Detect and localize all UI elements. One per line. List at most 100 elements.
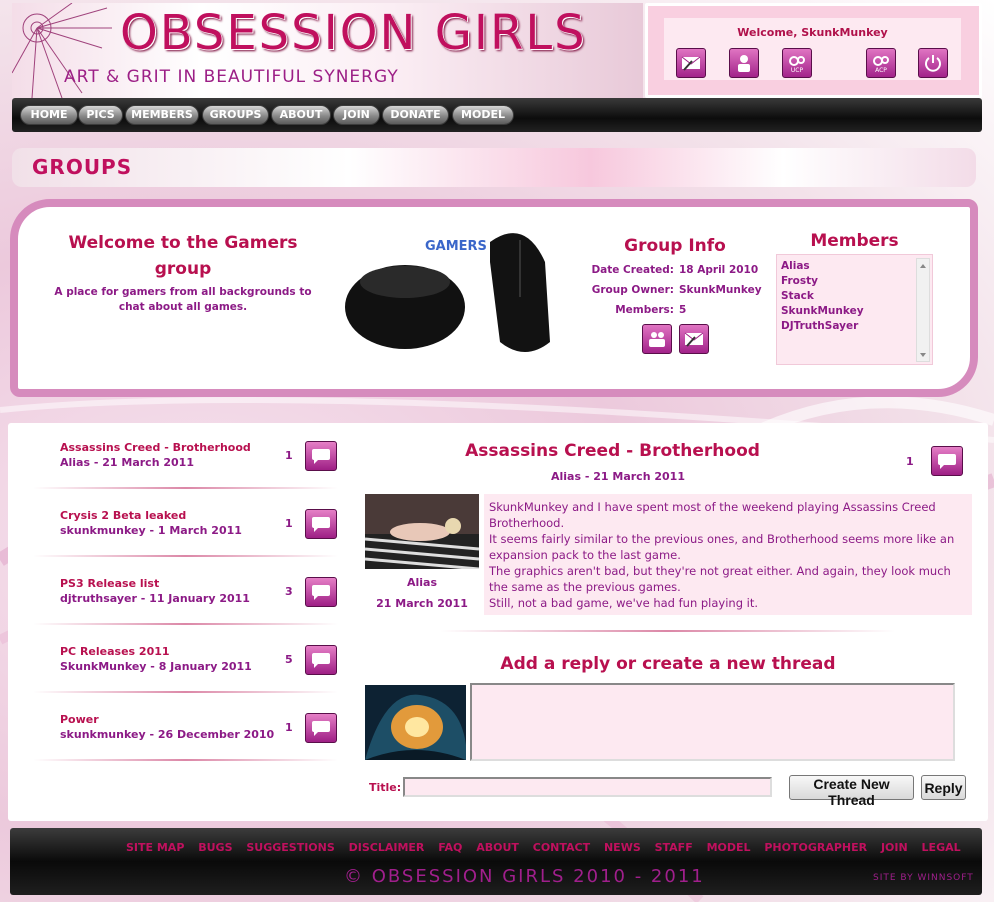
scroll-arrows-icon [920, 264, 926, 357]
page-header-bar [12, 148, 976, 187]
speech-bubble-icon[interactable] [931, 446, 963, 476]
footer-link[interactable]: SITE MAP [126, 841, 184, 854]
thread-meta: Alias - 21 March 2011 [60, 456, 194, 469]
footer-link[interactable]: NEWS [604, 841, 641, 854]
group-owner-value: SkunkMunkey [679, 284, 762, 296]
post-paragraph: SkunkMunkey and I have spent most of the… [489, 500, 936, 530]
thread-title[interactable]: PS3 Release list [60, 577, 159, 590]
members-list[interactable]: Alias Frosty Stack SkunkMunkey DJTruthSa… [776, 254, 933, 365]
thread-reply-count: 3 [285, 585, 293, 598]
page-title: GROUPS [32, 155, 133, 179]
member-item[interactable]: Stack [777, 289, 932, 304]
reply-heading: Add a reply or create a new thread [500, 654, 836, 674]
speech-bubble-icon[interactable] [305, 713, 337, 743]
nav-members[interactable]: MEMBERS [125, 105, 199, 125]
post-paragraph: Still, not a bad game, we've had fun pla… [489, 596, 759, 610]
members-scrollbar[interactable] [916, 258, 930, 362]
welcome-message: Welcome, SkunkMunkey [737, 26, 888, 39]
footer-link[interactable]: SUGGESTIONS [246, 841, 334, 854]
date-created-label: Date Created: [591, 264, 674, 276]
speech-bubble-icon[interactable] [305, 577, 337, 607]
speech-bubble-icon[interactable] [305, 441, 337, 471]
footer-link[interactable]: MODEL [707, 841, 751, 854]
member-item[interactable]: Alias [777, 259, 932, 274]
thread-reply-count: 5 [285, 653, 293, 666]
ucp-icon[interactable]: UCP [782, 48, 812, 78]
thread-title[interactable]: Crysis 2 Beta leaked [60, 509, 186, 522]
nav-home[interactable]: HOME [20, 105, 78, 125]
post-paragraph: It seems fairly similar to the previous … [489, 532, 955, 562]
speech-bubble-icon[interactable] [305, 645, 337, 675]
ucp-icon-label: UCP [790, 67, 804, 74]
thread-item[interactable]: Assassins Creed - Brotherhood Alias - 21… [33, 441, 338, 503]
group-welcome-title: Welcome to the Gamers group [68, 233, 298, 279]
logout-icon[interactable] [918, 48, 948, 78]
post-author[interactable]: Alias [365, 576, 479, 589]
footer-link[interactable]: JOIN [881, 841, 908, 854]
members-title: Members [810, 231, 899, 251]
footer-link[interactable]: CONTACT [533, 841, 590, 854]
thread-title-input[interactable] [403, 777, 772, 797]
thread-reply-count: 1 [285, 449, 293, 462]
thread-meta: skunkmunkey - 1 March 2011 [60, 524, 242, 537]
member-item[interactable]: DJTruthSayer [777, 319, 932, 334]
footer-link[interactable]: BUGS [198, 841, 232, 854]
profile-icon[interactable] [729, 48, 759, 78]
reply-textarea[interactable] [470, 683, 955, 761]
thread-item[interactable]: Power skunkmunkey - 26 December 2010 1 [33, 713, 338, 775]
site-credit[interactable]: SITE BY WINNSOFT [873, 873, 974, 883]
thread-divider [33, 759, 338, 761]
members-count-value: 5 [679, 304, 687, 316]
speech-bubble-icon[interactable] [305, 509, 337, 539]
main-nav: HOME PICS MEMBERS GROUPS ABOUT JOIN DONA… [12, 98, 982, 132]
date-created-value: 18 April 2010 [679, 264, 759, 276]
footer-link[interactable]: PHOTOGRAPHER [764, 841, 867, 854]
message-group-icon[interactable] [679, 324, 709, 354]
group-owner-label: Group Owner: [591, 284, 674, 296]
thread-meta: djtruthsayer - 11 January 2011 [60, 592, 250, 605]
footer-link[interactable]: DISCLAIMER [349, 841, 425, 854]
post-reply-count: 1 [906, 455, 914, 468]
thread-reply-count: 1 [285, 517, 293, 530]
footer-link[interactable]: LEGAL [922, 841, 961, 854]
thread-divider [33, 555, 338, 557]
footer-link[interactable]: ABOUT [476, 841, 519, 854]
nav-join[interactable]: JOIN [333, 105, 380, 125]
group-image: GAMERS [345, 233, 550, 352]
thread-item[interactable]: Crysis 2 Beta leaked skunkmunkey - 1 Mar… [33, 509, 338, 571]
thread-title[interactable]: Power [60, 713, 99, 726]
footer-links: SITE MAP BUGS SUGGESTIONS DISCLAIMER FAQ… [126, 841, 971, 854]
copyright: © OBSESSION GIRLS 2010 - 2011 [344, 866, 705, 887]
acp-icon-label: ACP [875, 67, 887, 74]
group-image-label: GAMERS [425, 239, 487, 254]
reply-button[interactable]: Reply [921, 775, 966, 800]
post-title: Assassins Creed - Brotherhood [465, 441, 760, 461]
thread-item[interactable]: PC Releases 2011 SkunkMunkey - 8 January… [33, 645, 338, 707]
nav-pics[interactable]: PICS [78, 105, 123, 125]
post-meta: Alias - 21 March 2011 [551, 470, 685, 483]
footer-link[interactable]: STAFF [655, 841, 693, 854]
post-divider [440, 630, 895, 632]
site-title: OBSESSION GIRLS [120, 5, 587, 61]
acp-icon[interactable]: ACP [866, 48, 896, 78]
nav-donate[interactable]: DONATE [382, 105, 449, 125]
footer-link[interactable]: FAQ [438, 841, 462, 854]
avatar [365, 494, 479, 569]
post-date: 21 March 2011 [376, 597, 468, 610]
nav-groups[interactable]: GROUPS [202, 105, 269, 125]
thread-title[interactable]: Assassins Creed - Brotherhood [60, 441, 251, 454]
member-item[interactable]: SkunkMunkey [777, 304, 932, 319]
nav-about[interactable]: ABOUT [271, 105, 331, 125]
thread-divider [33, 487, 338, 489]
member-item[interactable]: Frosty [777, 274, 932, 289]
join-group-icon[interactable] [642, 324, 672, 354]
nav-model[interactable]: MODEL [452, 105, 514, 125]
messages-icon[interactable] [676, 48, 706, 78]
members-count-label: Members: [615, 304, 674, 316]
thread-title[interactable]: PC Releases 2011 [60, 645, 170, 658]
thread-divider [33, 691, 338, 693]
group-description: A place for gamers from all backgrounds … [54, 286, 312, 313]
create-thread-button[interactable]: Create New Thread [789, 775, 914, 808]
thread-item[interactable]: PS3 Release list djtruthsayer - 11 Janua… [33, 577, 338, 639]
post-paragraph: The graphics aren't bad, but they're not… [489, 564, 951, 594]
